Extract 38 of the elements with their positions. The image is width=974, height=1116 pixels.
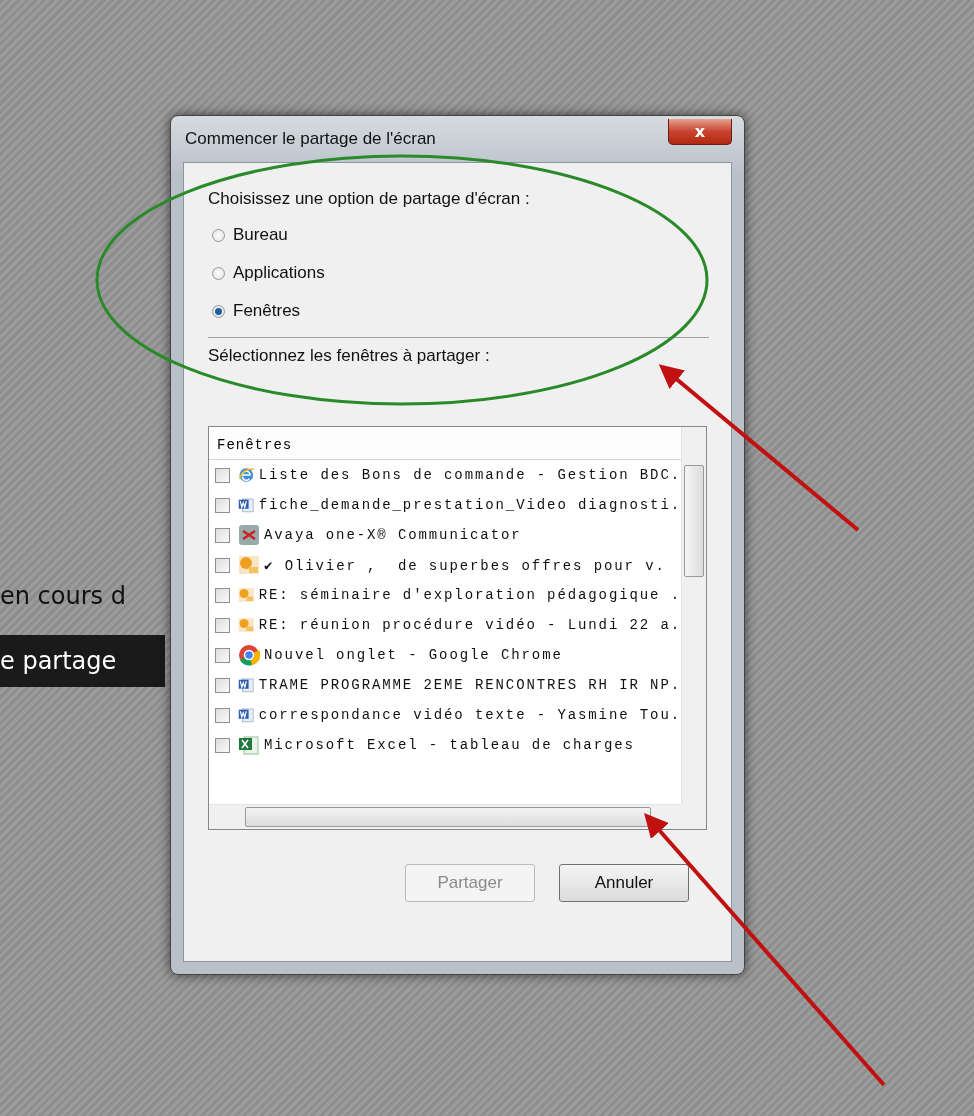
radio-option[interactable]: Applications (212, 263, 719, 283)
phone-app-icon (238, 524, 260, 546)
window-item[interactable]: fiche_demande_prestation_Video diagnosti. (258, 497, 681, 513)
window-item[interactable]: Microsoft Excel - tableau de charges (264, 737, 635, 753)
radio-option[interactable]: Fenêtres (212, 301, 719, 321)
window-item[interactable]: Avaya one-X® Communicator (264, 527, 522, 543)
radio-dot[interactable] (212, 266, 225, 280)
checkbox[interactable] (215, 557, 230, 573)
envelope-clock-icon (238, 554, 260, 576)
dialog-button[interactable]: Annuler (559, 864, 689, 902)
window-title: Commencer le partage de l'écran (184, 129, 436, 149)
window-item[interactable]: ✔ Olivier , de superbes offres pour v. (264, 556, 666, 574)
checkbox[interactable] (215, 707, 230, 723)
window-item[interactable]: TRAME PROGRAMME 2EME RENCONTRES RH IR NP. (258, 677, 681, 693)
vertical-scrollbar[interactable] (681, 427, 706, 804)
checkbox[interactable] (215, 587, 230, 603)
horizontal-scrollbar[interactable] (209, 804, 681, 829)
radio-dot[interactable] (212, 228, 225, 242)
window-item[interactable]: correspondance vidéo texte - Yasmine Tou. (258, 707, 681, 723)
background-text: en cours d (0, 582, 126, 610)
option-label: Choisissez une option de partage d'écran : (208, 189, 531, 209)
checkbox[interactable] (215, 497, 230, 513)
radio-dot[interactable] (212, 304, 225, 318)
checkbox[interactable] (215, 677, 230, 693)
browser-icon (238, 644, 260, 666)
checkbox[interactable] (215, 467, 230, 483)
window-item[interactable]: RE: réunion procédure vidéo - Lundi 22 a. (258, 617, 681, 633)
checkbox[interactable] (215, 647, 230, 663)
window-item[interactable]: RE: séminaire d'exploration pédagogique . (258, 587, 681, 603)
radio-option[interactable]: Bureau (212, 225, 719, 245)
checkbox[interactable] (215, 527, 230, 543)
close-button[interactable]: x (668, 119, 732, 145)
window-item[interactable]: Nouvel onglet - Google Chrome (264, 647, 563, 663)
window-item[interactable]: Liste des Bons de commande - Gestion BDC. (258, 467, 681, 483)
checkbox[interactable] (215, 617, 230, 633)
checkbox[interactable] (215, 737, 230, 753)
list-label: Sélectionnez les fenêtres à partager : (208, 346, 491, 366)
spreadsheet-icon (238, 734, 260, 756)
